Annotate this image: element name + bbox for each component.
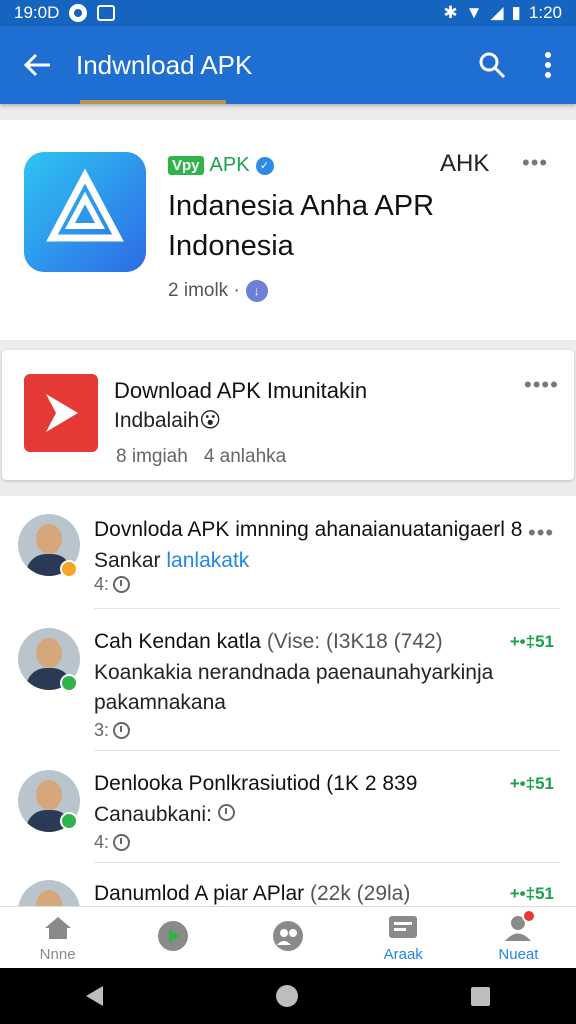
post-time: 4: bbox=[94, 832, 131, 853]
post-body: Sankar lanlakatk bbox=[94, 549, 250, 572]
page-title: Indwnload APK bbox=[76, 49, 253, 80]
system-navigation-bar bbox=[0, 968, 576, 1024]
play-logo-icon bbox=[24, 374, 98, 452]
download-meta-2: 4 anlahka bbox=[203, 446, 287, 467]
system-recents-icon[interactable] bbox=[470, 986, 490, 1006]
notification-badge bbox=[522, 908, 537, 923]
wifi-icon: ▼ bbox=[465, 3, 483, 22]
apk-label: APK bbox=[209, 154, 250, 176]
app-bar: Indwnload APK bbox=[0, 26, 576, 104]
tab-indicator bbox=[80, 100, 226, 104]
post-time: 4: bbox=[94, 574, 131, 595]
gallery-icon bbox=[97, 5, 116, 21]
clock-icon bbox=[113, 722, 131, 739]
people-icon bbox=[272, 921, 304, 951]
avatar bbox=[18, 880, 80, 906]
post-body: Koankakia nerandnada paenaunahyarkinja p… bbox=[94, 661, 494, 714]
more-options-icon[interactable]: ••• bbox=[522, 150, 548, 176]
nav-home[interactable]: Nnne bbox=[0, 907, 115, 968]
bottom-navigation: Nnne Araak Nueat bbox=[0, 906, 576, 968]
nav-people[interactable] bbox=[230, 907, 345, 968]
inbox-icon bbox=[387, 913, 419, 943]
more-options-icon[interactable]: ••• bbox=[528, 520, 554, 546]
status-badge-icon bbox=[60, 812, 78, 830]
emoji-icon: 😮 bbox=[199, 409, 222, 432]
system-home-icon[interactable] bbox=[275, 985, 298, 1007]
nav-inbox[interactable]: Araak bbox=[346, 907, 461, 968]
post-time: 3: bbox=[94, 720, 131, 741]
verified-icon: ✓ bbox=[255, 156, 274, 175]
battery-icon: ▮ bbox=[511, 3, 521, 22]
list-item[interactable]: Cah Kendan katla (Vise: (I3K18 (742) +•‡… bbox=[0, 628, 576, 748]
feed-list: Dovnloda APK imnning ahanaianuatanigaerl… bbox=[0, 496, 576, 906]
app-name: Indanesia Anha APR Indonesia bbox=[168, 190, 435, 262]
nav-inbox-label: Araak bbox=[383, 945, 423, 963]
app-meta: 2 imolk · ↓ bbox=[168, 280, 268, 302]
post-stat: +•‡51 bbox=[509, 632, 554, 651]
apk-mark: AHK bbox=[440, 150, 490, 177]
post-stat: +•‡51 bbox=[509, 774, 554, 793]
clock-icon bbox=[113, 834, 131, 851]
system-back-icon[interactable] bbox=[86, 986, 104, 1006]
list-item[interactable]: Denlooka Ponlkrasiutiod (1K 2 839 +•‡51 … bbox=[0, 770, 576, 866]
divider bbox=[94, 862, 560, 863]
post-title: Dovnloda APK imnning ahanaianuatanigaerl… bbox=[94, 518, 523, 541]
download-meta: 8 imgiah 4 anlahka bbox=[116, 446, 286, 468]
clock-icon bbox=[217, 804, 235, 821]
status-bar: 19:0D ✱ ▼ ◢ ▮ 1:20 bbox=[0, 0, 576, 26]
divider bbox=[94, 750, 560, 751]
download-subtitle: Indbalaih😮 bbox=[114, 409, 222, 432]
download-meta-1: 8 imgiah bbox=[116, 446, 188, 467]
download-icon: ↓ bbox=[245, 280, 268, 302]
bluetooth-icon: ✱ bbox=[443, 3, 458, 22]
play-store-icon bbox=[157, 921, 189, 951]
app-meta-text: 2 imolk · bbox=[168, 280, 240, 301]
divider bbox=[94, 608, 560, 609]
vpy-badge: Vpy bbox=[168, 156, 204, 175]
status-time-left: 19:0D bbox=[14, 3, 60, 22]
app-badge-row: Vpy APK ✓ bbox=[168, 154, 274, 177]
clock-icon bbox=[113, 576, 131, 593]
list-item[interactable]: Danumlod A piar APlar (22k (29la) +•‡51 bbox=[0, 880, 576, 906]
post-link[interactable]: lanlakatk bbox=[166, 549, 249, 572]
status-badge-icon bbox=[60, 560, 78, 578]
search-icon[interactable] bbox=[464, 26, 520, 104]
post-title: Denlooka Ponlkrasiutiod (1K 2 839 bbox=[94, 772, 418, 795]
overflow-menu-icon[interactable] bbox=[520, 26, 576, 104]
notification-icon bbox=[502, 908, 537, 943]
download-card[interactable]: Download APK Imunitakin Indbalaih😮 8 img… bbox=[2, 350, 574, 480]
home-icon bbox=[42, 913, 74, 943]
nav-notifications[interactable]: Nueat bbox=[461, 907, 576, 968]
post-title: Danumlod A piar APlar (22k (29la) bbox=[94, 882, 411, 905]
post-title: Cah Kendan katla (Vise: (I3K18 (742) bbox=[94, 630, 443, 653]
post-stat: +•‡51 bbox=[509, 884, 554, 903]
nav-home-label: Nnne bbox=[39, 945, 76, 963]
notification-dot-icon bbox=[69, 4, 88, 22]
status-time-right: 1:20 bbox=[528, 3, 562, 22]
post-body: Canaubkani: bbox=[94, 800, 534, 830]
app-card[interactable]: Vpy APK ✓ AHK ••• Indanesia Anha APR Ind… bbox=[0, 120, 576, 340]
status-badge-icon bbox=[60, 674, 78, 692]
nav-notifications-label: Nueat bbox=[498, 945, 539, 963]
app-logo-icon bbox=[24, 152, 146, 272]
download-title: Download APK Imunitakin bbox=[114, 378, 368, 403]
signal-icon: ◢ bbox=[490, 3, 504, 22]
back-arrow-icon[interactable] bbox=[0, 26, 76, 104]
nav-play[interactable] bbox=[115, 907, 230, 968]
more-options-icon[interactable]: •••• bbox=[524, 372, 559, 398]
